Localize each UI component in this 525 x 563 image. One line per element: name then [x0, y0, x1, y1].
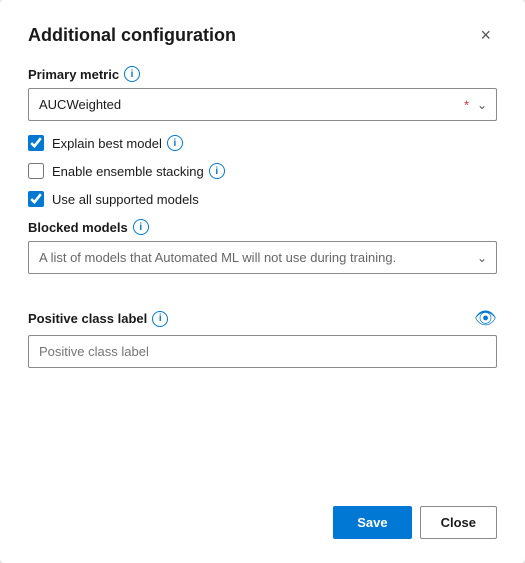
use-all-supported-models-checkbox[interactable]	[28, 191, 44, 207]
explain-best-model-group: Explain best model i	[28, 135, 497, 151]
primary-metric-label-text: Primary metric	[28, 67, 119, 82]
enable-ensemble-stacking-label-text: Enable ensemble stacking	[52, 164, 204, 179]
dialog-header: Additional configuration ×	[28, 24, 497, 46]
explain-best-model-checkbox[interactable]	[28, 135, 44, 151]
section-divider	[28, 288, 497, 302]
positive-class-label-text: Positive class label	[28, 311, 147, 326]
positive-class-label-title: Positive class label i	[28, 311, 168, 327]
enable-ensemble-stacking-info-icon[interactable]: i	[209, 163, 225, 179]
blocked-models-select-wrapper: A list of models that Automated ML will …	[28, 241, 497, 274]
explain-best-model-info-icon[interactable]: i	[167, 135, 183, 151]
positive-class-label-section: Positive class label i 👁	[28, 308, 497, 368]
blocked-models-select[interactable]: A list of models that Automated ML will …	[28, 241, 497, 274]
required-star: *	[464, 97, 469, 112]
close-button[interactable]: Close	[420, 506, 497, 539]
blocked-models-group: Blocked models i A list of models that A…	[28, 219, 497, 274]
close-icon-button[interactable]: ×	[474, 24, 497, 46]
blocked-models-info-icon[interactable]: i	[133, 219, 149, 235]
dialog-title: Additional configuration	[28, 25, 236, 46]
blocked-models-label: Blocked models i	[28, 219, 497, 235]
primary-metric-group: Primary metric i AUCWeighted * ⌄	[28, 66, 497, 121]
dialog-footer: Save Close	[28, 482, 497, 539]
enable-ensemble-stacking-label[interactable]: Enable ensemble stacking i	[52, 163, 225, 179]
positive-class-label-header: Positive class label i 👁	[28, 308, 497, 329]
primary-metric-select[interactable]: AUCWeighted	[28, 88, 497, 121]
use-all-supported-models-label-text: Use all supported models	[52, 192, 199, 207]
enable-ensemble-stacking-checkbox[interactable]	[28, 163, 44, 179]
save-button[interactable]: Save	[333, 506, 411, 539]
positive-class-label-info-icon[interactable]: i	[152, 311, 168, 327]
explain-best-model-label[interactable]: Explain best model i	[52, 135, 183, 151]
blocked-models-label-text: Blocked models	[28, 220, 128, 235]
primary-metric-select-wrapper: AUCWeighted * ⌄	[28, 88, 497, 121]
primary-metric-label: Primary metric i	[28, 66, 497, 82]
eye-icon[interactable]: 👁	[474, 308, 497, 329]
use-all-supported-models-group: Use all supported models	[28, 191, 497, 207]
enable-ensemble-stacking-group: Enable ensemble stacking i	[28, 163, 497, 179]
explain-best-model-label-text: Explain best model	[52, 136, 162, 151]
additional-configuration-dialog: Additional configuration × Primary metri…	[0, 0, 525, 563]
primary-metric-info-icon[interactable]: i	[124, 66, 140, 82]
positive-class-label-input[interactable]	[28, 335, 497, 368]
use-all-supported-models-label[interactable]: Use all supported models	[52, 192, 199, 207]
